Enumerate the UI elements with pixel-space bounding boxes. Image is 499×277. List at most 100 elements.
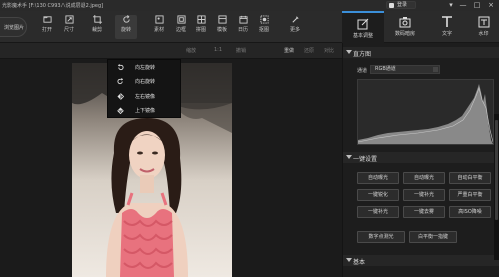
tool-open[interactable]: 打开 (36, 15, 58, 39)
auto-white-balance-button[interactable]: 自动白平衡 (449, 172, 491, 184)
zoom-button[interactable]: 缩放 (186, 47, 196, 54)
tool-more[interactable]: 更多 (284, 15, 306, 39)
tool-label: 边框 (175, 27, 186, 33)
menu-item-rotate-right[interactable]: 向右旋转 (108, 75, 182, 88)
right-panel: 直方图 通道 RGB通道 一键设置 自动曝光 自动曝光 自动白平衡 一键锐化 一… (342, 43, 499, 277)
section-title: 一键设置 (353, 156, 378, 163)
collapse-icon (346, 258, 352, 262)
close-button[interactable]: × (487, 1, 495, 9)
menu-item-mirror-vertical[interactable]: 上下镜像 (108, 104, 182, 117)
fill-light-2-button[interactable]: 一键补光 (357, 206, 399, 218)
tab-label: 水印 (478, 31, 489, 37)
histogram-section-header[interactable]: 直方图 (343, 47, 499, 58)
more-icon (291, 16, 299, 23)
one-click-section-header[interactable]: 一键设置 (343, 152, 499, 163)
tab-watermark[interactable]: 水印 (468, 11, 499, 43)
menu-item-rotate-left[interactable]: 向左旋转 (108, 61, 182, 74)
tool-label: 日历 (237, 27, 248, 33)
tool-label: 裁剪 (91, 27, 102, 33)
menu-item-label: 向右旋转 (135, 79, 156, 85)
tool-border[interactable]: 边框 (170, 15, 192, 39)
sub-toolbar: 缩放 1:1 撤销 重做 还原 对比 (0, 43, 342, 59)
template-icon (217, 15, 227, 24)
tab-label: 基本调整 (352, 33, 373, 39)
compare-button[interactable]: 对比 (324, 47, 334, 54)
collapse-icon (346, 50, 352, 54)
right-tab-bar: 基本调整 数码暗房 文字 水印 (342, 11, 499, 43)
actual-size-button[interactable]: 1:1 (214, 47, 222, 53)
undo-button[interactable]: 撤销 (236, 47, 246, 54)
cutout-icon (259, 15, 269, 24)
tool-label: 拼图 (195, 27, 206, 33)
tool-collage[interactable]: 拼图 (190, 15, 212, 39)
watermark-icon (478, 16, 489, 28)
auto-exposure-button[interactable]: 自动曝光 (357, 172, 399, 184)
histogram-graph (358, 84, 493, 144)
tool-label: 素材 (153, 27, 164, 33)
scrollbar-thumb[interactable] (495, 120, 498, 220)
channel-value: RGB通道 (375, 66, 396, 72)
menu-dropdown-button[interactable]: ▾ (447, 1, 455, 9)
collapse-icon (346, 155, 352, 159)
browse-images-label: 浏览图片 (4, 25, 25, 31)
sharpen-button[interactable]: 一键锐化 (357, 189, 399, 201)
title-bar: 光影魔术手 [F:\130 C993八说成层退2.jpeg] 登录 ▾ — □ … (0, 0, 499, 11)
login-button[interactable]: 登录 (386, 1, 416, 9)
collage-icon (196, 15, 206, 24)
rotate-dropdown-menu: 向左旋转 向右旋转 左右镜像 上下镜像 (107, 59, 181, 118)
auto-exposure-2-button[interactable]: 自动曝光 (403, 172, 445, 184)
rotate-left-icon (117, 64, 124, 71)
tool-label: 模板 (216, 27, 227, 33)
browse-images-button[interactable]: 浏览图片 (0, 17, 27, 37)
window-title: 光影魔术手 [F:\130 C993八说成层退2.jpeg] (2, 3, 104, 9)
tool-label: 旋转 (120, 27, 131, 33)
section-title: 直方图 (353, 51, 372, 58)
basic-section-header[interactable]: 基本 (343, 255, 499, 266)
tool-template[interactable]: 模板 (211, 15, 233, 39)
tab-label: 数码暗房 (394, 31, 415, 37)
spot-metering-button[interactable]: 数字点测光 (357, 231, 405, 243)
channel-select[interactable]: RGB通道 (370, 65, 440, 74)
tab-text[interactable]: 文字 (426, 11, 468, 43)
tool-label: 更多 (289, 27, 300, 33)
main-toolbar: 浏览图片 打开 尺寸 裁剪 旋转 素材 边框 拼图 模板 日历 抠图 更多 (0, 11, 342, 43)
high-iso-denoise-button[interactable]: 高ISO降噪 (449, 206, 491, 218)
open-icon (42, 16, 52, 23)
minimize-button[interactable]: — (459, 1, 467, 9)
rotate-right-icon (117, 78, 124, 85)
tool-rotate[interactable]: 旋转 (115, 15, 137, 39)
mirror-vertical-icon (117, 107, 124, 114)
menu-item-label: 上下镜像 (135, 108, 156, 114)
tab-basic-adjust[interactable]: 基本调整 (342, 11, 384, 43)
tool-material[interactable]: 素材 (148, 15, 170, 39)
tool-label: 打开 (41, 27, 52, 33)
tool-cutout[interactable]: 抠图 (253, 15, 275, 39)
tab-label: 文字 (441, 31, 452, 37)
strict-white-balance-button[interactable]: 严重白平衡 (449, 189, 491, 201)
resize-icon (64, 15, 74, 24)
fill-light-button[interactable]: 一键补光 (403, 189, 445, 201)
material-icon (154, 15, 164, 24)
restore-button[interactable]: 还原 (304, 47, 314, 54)
rotate-icon (122, 15, 130, 23)
chevron-down-icon (433, 67, 438, 72)
login-label: 登录 (397, 2, 408, 8)
menu-item-mirror-horizontal[interactable]: 左右镜像 (108, 90, 182, 103)
darkroom-icon (399, 17, 411, 28)
tool-calendar[interactable]: 日历 (232, 15, 254, 39)
tab-darkroom[interactable]: 数码暗房 (384, 11, 426, 43)
white-balance-picker-button[interactable]: 白平衡一指键 (409, 231, 457, 243)
tool-resize[interactable]: 尺寸 (58, 15, 80, 39)
redo-button[interactable]: 重做 (284, 47, 294, 54)
basic-adjust-icon (357, 18, 369, 30)
histogram-chart (357, 79, 494, 145)
panel-scrollbar[interactable] (494, 114, 499, 260)
text-icon (442, 16, 452, 27)
menu-item-label: 左右镜像 (135, 94, 156, 100)
tool-crop[interactable]: 裁剪 (86, 15, 108, 39)
border-icon (176, 15, 186, 24)
user-icon (389, 3, 394, 8)
mirror-horizontal-icon (117, 93, 124, 100)
maximize-button[interactable]: □ (473, 1, 481, 9)
dehaze-button[interactable]: 一键去雾 (403, 206, 445, 218)
